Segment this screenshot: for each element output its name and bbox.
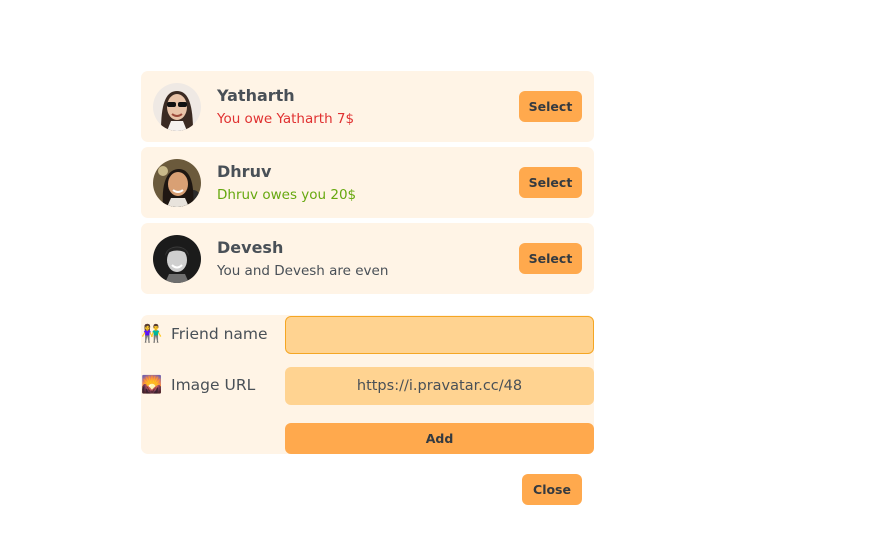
friend-item-yatharth: Yatharth You owe Yatharth 7$ Select bbox=[141, 71, 594, 142]
sunrise-icon: 🌄 bbox=[141, 375, 163, 395]
friend-name-label-text: Friend name bbox=[171, 325, 268, 343]
friend-balance-status: You and Devesh are even bbox=[217, 263, 389, 279]
add-friend-button[interactable]: Add bbox=[285, 423, 594, 454]
friend-name-input[interactable] bbox=[285, 316, 594, 354]
friend-item-dhruv: Dhruv Dhruv owes you 20$ Select bbox=[141, 147, 594, 218]
friend-balance-status: You owe Yatharth 7$ bbox=[217, 111, 355, 127]
select-button[interactable]: Select bbox=[519, 91, 582, 122]
close-button[interactable]: Close bbox=[522, 474, 582, 505]
friend-name: Yatharth bbox=[217, 86, 295, 105]
friend-name: Dhruv bbox=[217, 162, 272, 181]
image-url-label-text: Image URL bbox=[171, 376, 256, 394]
add-friend-form: 👫 Friend name 🌄 Image URL https://i.prav… bbox=[141, 315, 594, 454]
avatar bbox=[153, 159, 201, 207]
friend-balance-status: Dhruv owes you 20$ bbox=[217, 187, 357, 203]
select-button[interactable]: Select bbox=[519, 167, 582, 198]
friend-item-devesh: Devesh You and Devesh are even Select bbox=[141, 223, 594, 294]
avatar bbox=[153, 83, 201, 131]
couple-icon: 👫 bbox=[141, 324, 163, 344]
select-button[interactable]: Select bbox=[519, 243, 582, 274]
friend-name-label: 👫 Friend name bbox=[141, 324, 268, 344]
image-url-input[interactable]: https://i.pravatar.cc/48 bbox=[285, 367, 594, 405]
friend-name: Devesh bbox=[217, 238, 284, 257]
image-url-label: 🌄 Image URL bbox=[141, 375, 255, 395]
avatar bbox=[153, 235, 201, 283]
